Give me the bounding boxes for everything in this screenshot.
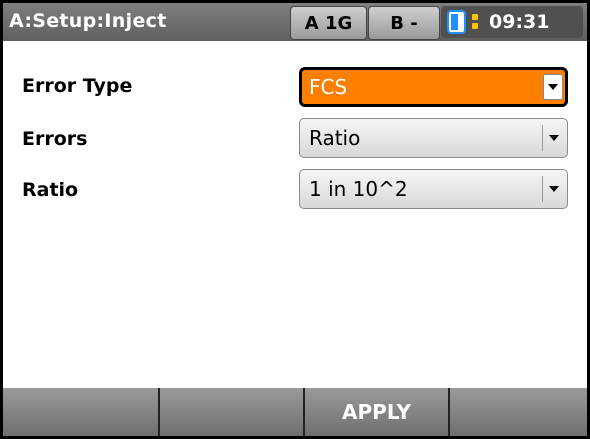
battery-icon (447, 10, 466, 34)
ratio-value: 1 in 10^2 (309, 177, 408, 201)
chevron-down-icon[interactable] (542, 176, 564, 202)
ratio-select[interactable]: 1 in 10^2 (299, 169, 568, 209)
indicator-icon (472, 14, 478, 32)
chevron-down-icon[interactable] (543, 74, 563, 100)
error-type-select[interactable]: FCS (299, 67, 568, 107)
errors-label: Errors (22, 128, 88, 150)
error-type-value: FCS (309, 75, 348, 99)
port-a-tab[interactable]: A 1G (290, 6, 367, 40)
softkey-1[interactable] (3, 388, 160, 436)
softkey-4[interactable] (450, 388, 587, 436)
errors-value: Ratio (309, 126, 361, 150)
errors-select[interactable]: Ratio (299, 118, 568, 158)
status-area: 09:31 (441, 6, 583, 38)
error-type-label: Error Type (22, 75, 133, 97)
softkey-2[interactable] (160, 388, 305, 436)
chevron-down-icon[interactable] (542, 125, 564, 151)
apply-button[interactable]: APPLY (305, 388, 450, 436)
screen-title: A:Setup:Inject (9, 10, 167, 32)
port-b-label: B - (390, 12, 418, 34)
screen-frame (0, 0, 590, 439)
ratio-label: Ratio (22, 179, 79, 201)
port-b-tab[interactable]: B - (368, 6, 440, 40)
clock: 09:31 (489, 11, 550, 33)
port-a-label: A 1G (304, 12, 353, 34)
title-bar: A:Setup:Inject A 1G B - 09:31 (3, 3, 587, 41)
softkey-bar: APPLY (3, 388, 587, 436)
